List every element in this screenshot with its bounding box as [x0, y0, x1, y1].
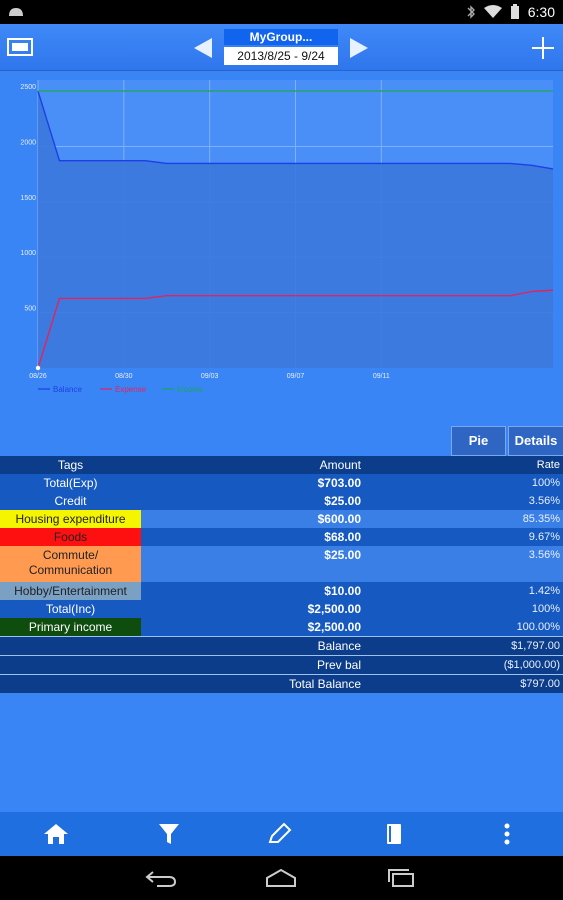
system-navigation-bar: [0, 856, 563, 900]
add-icon[interactable]: [532, 37, 554, 59]
y-tick-label: 2000: [20, 139, 36, 146]
table-row[interactable]: Housing expenditure $600.00 85.35%: [0, 510, 563, 528]
chart-svg: 500 1000 1500 2000 2500 08/26 08/30 09/03 09/07 0…: [20, 80, 554, 394]
header-rate: Rate: [536, 459, 560, 471]
summary-row: Prev bal ($1,000.00): [0, 655, 563, 674]
rate-cell: 1.42%: [528, 585, 560, 597]
rate-cell: 9.67%: [528, 531, 560, 543]
top-toolbar: MyGroup... 2013/8/25 - 9/24: [0, 24, 563, 71]
amount-cell: $2,500.00: [307, 602, 361, 616]
tag-cell: Primary income: [0, 618, 141, 636]
header-amount: Amount: [319, 458, 361, 472]
header-tags: Tags: [57, 458, 84, 472]
amount-cell: $25.00: [324, 494, 361, 508]
tag-cell: Credit: [54, 494, 87, 508]
summary-label: Prev bal: [316, 658, 361, 672]
x-tick-label: 08/30: [115, 373, 133, 380]
amount-cell: $703.00: [317, 476, 361, 490]
battery-icon: [510, 4, 519, 19]
amount-cell: $68.00: [324, 530, 361, 544]
date-range: 2013/8/25 - 9/24: [224, 47, 338, 65]
bluetooth-icon: [467, 5, 475, 19]
recent-apps-icon[interactable]: [383, 868, 419, 888]
next-period-arrow-icon[interactable]: [350, 38, 368, 58]
table-row[interactable]: Credit $25.00 3.56%: [0, 492, 563, 510]
notebook-icon[interactable]: [380, 822, 408, 846]
status-bar: 6:30: [0, 0, 563, 24]
table-row[interactable]: Total(Exp) $703.00 100%: [0, 474, 563, 492]
summary-value: ($1,000.00): [503, 659, 560, 671]
bottom-navigation: [0, 812, 563, 856]
x-tick-label: 08/26: [29, 373, 47, 380]
tag-cell: Total(Exp): [43, 476, 98, 490]
table-header: Tags Amount Rate: [0, 456, 563, 474]
amount-cell: $2,500.00: [307, 620, 361, 634]
more-icon[interactable]: [493, 822, 521, 846]
start-point: [35, 365, 41, 371]
table-row[interactable]: Hobby/Entertainment $10.00 1.42%: [0, 582, 563, 600]
tag-cell: Housing expenditure: [0, 510, 141, 528]
tag-cell: Total(Inc): [45, 602, 96, 616]
summary-label: Total Balance: [288, 677, 361, 691]
tag-cell: Hobby/Entertainment: [0, 582, 141, 600]
prev-period-arrow-icon[interactable]: [194, 38, 212, 58]
rate-cell: 3.56%: [528, 549, 560, 561]
table-row[interactable]: Foods $68.00 9.67%: [0, 528, 563, 546]
home-icon[interactable]: [42, 822, 70, 846]
status-time: 6:30: [527, 4, 555, 20]
android-notification-icon: [9, 8, 23, 16]
tag-cell: Foods: [0, 528, 141, 546]
x-tick-label: 09/07: [287, 373, 305, 380]
y-tick-label: 1500: [20, 195, 36, 202]
wifi-icon: [483, 5, 502, 18]
group-name: MyGroup...: [224, 29, 338, 45]
amount-cell: $25.00: [324, 548, 361, 562]
balance-chart: 500 1000 1500 2000 2500 08/26 08/30 09/03 09/07 0…: [10, 80, 555, 400]
y-tick-label: 1000: [20, 250, 36, 257]
rate-cell: 3.56%: [528, 495, 560, 507]
tag-cell: Commute/ Communication: [0, 546, 141, 582]
y-tick-label: 2500: [20, 84, 36, 91]
rate-cell: 100%: [531, 603, 560, 615]
summary-row: Total Balance $797.00: [0, 674, 563, 693]
edit-icon[interactable]: [266, 822, 294, 846]
back-icon[interactable]: [143, 868, 179, 888]
summary-value: $1,797.00: [511, 640, 560, 652]
y-tick-label: 500: [24, 306, 36, 313]
legend-label: Balance: [53, 385, 82, 394]
rate-cell: 100%: [531, 477, 560, 489]
view-tabs: Pie Details: [451, 426, 563, 456]
table-row[interactable]: Total(Inc) $2,500.00 100%: [0, 600, 563, 618]
amount-cell: $600.00: [317, 512, 361, 526]
summary-row: Balance $1,797.00: [0, 636, 563, 655]
rate-cell: 100.00%: [516, 621, 560, 633]
slide-menu-icon[interactable]: [7, 38, 33, 56]
legend-label: Expense: [115, 385, 147, 394]
tab-pie[interactable]: Pie: [451, 426, 506, 456]
group-title[interactable]: MyGroup... 2013/8/25 - 9/24: [224, 29, 338, 65]
summary-value: $797.00: [520, 678, 560, 690]
rate-cell: 85.35%: [522, 513, 560, 525]
amount-cell: $10.00: [324, 584, 361, 598]
tab-details[interactable]: Details: [508, 426, 563, 456]
home-nav-icon[interactable]: [263, 868, 299, 888]
x-tick-label: 09/11: [373, 373, 390, 380]
table-row[interactable]: Primary income $2,500.00 100.00%: [0, 618, 563, 636]
legend-label: Income: [177, 385, 204, 394]
summary-label: Balance: [317, 639, 361, 653]
x-tick-label: 09/03: [201, 373, 219, 380]
summary-table: Tags Amount Rate Total(Exp) $703.00 100% Cr…: [0, 456, 563, 693]
filter-icon[interactable]: [155, 822, 183, 846]
table-row[interactable]: Commute/ Communication $25.00 3.56%: [0, 546, 563, 582]
